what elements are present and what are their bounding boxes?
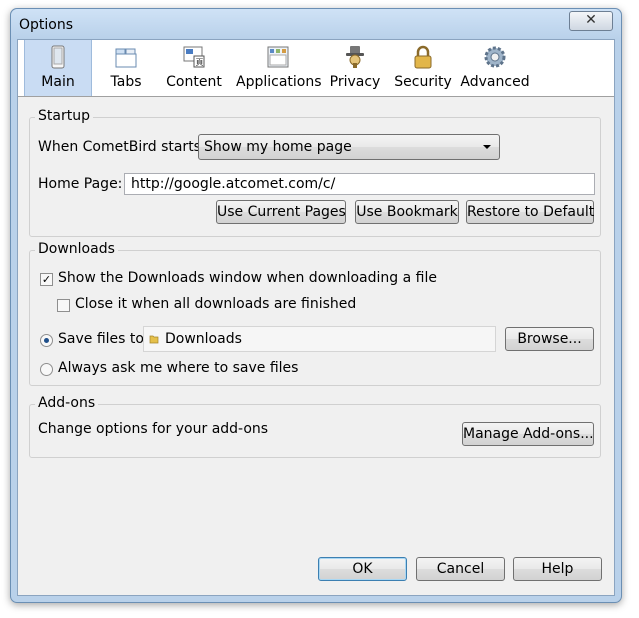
home-page-input[interactable]: http://google.atcomet.com/c/ [124, 173, 595, 195]
home-page-label: Home Page: [38, 176, 123, 192]
addons-description: Change options for your add-ons [38, 421, 269, 437]
close-icon: ✕ [585, 12, 597, 28]
when-starts-label: When CometBird starts: [38, 139, 206, 155]
downloads-group-label: Downloads [35, 241, 118, 257]
tab-label: Main [41, 74, 75, 90]
tab-tabs[interactable]: Tabs [102, 40, 150, 96]
show-downloads-label: Show the Downloads window when downloadi… [58, 270, 437, 286]
tab-label: Tabs [110, 74, 142, 90]
restore-default-button[interactable]: Restore to Default [466, 200, 594, 224]
main-icon [51, 45, 65, 69]
content-icon: 頁 [183, 46, 205, 68]
save-files-label: Save files to [58, 331, 144, 347]
checkmark-icon: ✓ [41, 273, 52, 286]
tab-main[interactable]: Main [24, 40, 92, 96]
browse-button[interactable]: Browse... [505, 327, 594, 351]
tab-label: Applications [236, 74, 322, 90]
close-it-checkbox[interactable] [57, 299, 70, 312]
tab-advanced[interactable]: Advanced [458, 40, 532, 96]
tab-label: Content [166, 74, 222, 90]
downloads-group: Downloads ✓ Show the Downloads window wh… [29, 241, 601, 386]
addons-group-label: Add-ons [35, 395, 99, 411]
window-title: Options [19, 17, 74, 33]
download-folder-value: Downloads [165, 331, 242, 347]
privacy-icon [346, 46, 364, 68]
tab-security[interactable]: Security [392, 40, 454, 96]
advanced-icon [484, 46, 506, 68]
tab-label: Privacy [329, 74, 381, 90]
svg-text:頁: 頁 [196, 58, 204, 67]
addons-group: Add-ons Change options for your add-ons … [29, 395, 601, 458]
chevron-down-icon [483, 145, 491, 149]
help-button[interactable]: Help [513, 557, 602, 581]
manage-addons-button[interactable]: Manage Add-ons... [462, 422, 594, 446]
ok-button[interactable]: OK [318, 557, 407, 581]
use-current-pages-button[interactable]: Use Current Pages [216, 200, 346, 224]
folder-icon [149, 335, 159, 344]
tab-content[interactable]: 頁 Content [164, 40, 224, 96]
cancel-button[interactable]: Cancel [416, 557, 505, 581]
download-folder-field: Downloads [143, 326, 496, 352]
applications-icon [267, 46, 289, 68]
close-button[interactable]: ✕ [569, 11, 613, 31]
use-bookmark-button[interactable]: Use Bookmark [355, 200, 459, 224]
always-ask-radio[interactable] [40, 363, 53, 376]
show-downloads-checkbox[interactable]: ✓ [40, 273, 53, 286]
startup-group: Startup When CometBird starts: Show my h… [29, 108, 601, 237]
save-files-radio[interactable] [40, 334, 53, 347]
tab-applications[interactable]: Applications [236, 40, 322, 96]
tab-label: Advanced [460, 74, 530, 90]
tab-privacy[interactable]: Privacy [328, 40, 382, 96]
startup-select[interactable]: Show my home page [198, 134, 500, 160]
home-page-value: http://google.atcomet.com/c/ [131, 176, 336, 192]
tabs-icon [115, 48, 137, 68]
category-toolbar: Main Tabs 頁 Content Applications Privacy… [18, 40, 614, 97]
close-it-label: Close it when all downloads are finished [75, 296, 357, 312]
dialog-client: Main Tabs 頁 Content Applications Privacy… [17, 39, 615, 596]
options-window: Options ✕ Main Tabs 頁 Content Applicatio… [10, 8, 622, 603]
always-ask-label: Always ask me where to save files [58, 360, 299, 376]
startup-select-value: Show my home page [204, 139, 352, 155]
tab-label: Security [394, 74, 452, 90]
startup-group-label: Startup [35, 108, 93, 124]
title-bar[interactable]: Options ✕ [11, 9, 621, 39]
security-icon [414, 45, 432, 69]
